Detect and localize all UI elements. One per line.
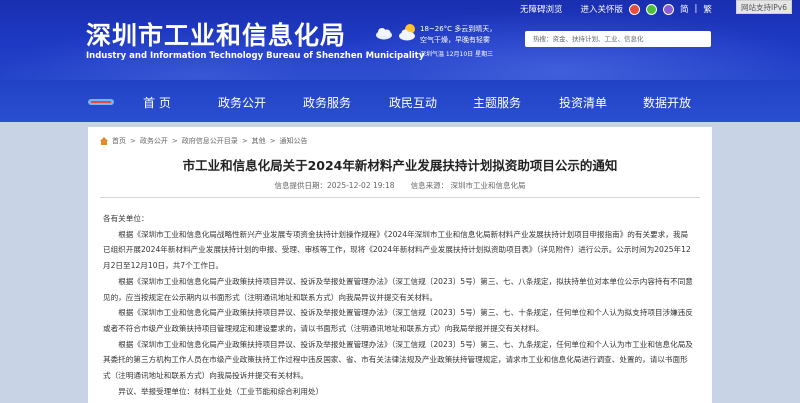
article-title: 市工业和信息化局关于2024年新材料产业发展扶持计划拟资助项目公示的通知 xyxy=(182,158,618,173)
nav-topic-services[interactable]: 主题服务 xyxy=(473,94,521,111)
sun-cloud-icon xyxy=(399,24,415,41)
weibo-icon[interactable] xyxy=(629,3,641,15)
weather-text: 18~26°C 多云到晴天，空气干燥，早晚有轻雾 xyxy=(420,25,497,44)
simplified-chinese-link[interactable]: 简 xyxy=(680,3,689,15)
breadcrumb-home[interactable]: 首页 xyxy=(112,136,126,146)
elderly-mode-link[interactable]: 进入关怀版 xyxy=(581,3,624,15)
article-body: 各有关单位： 根据《深圳市工业和信息化局战略性新兴产业发展专项资金扶持计划操作规… xyxy=(103,211,695,399)
search-input[interactable]: 热搜：资金、扶持计划、工业、信息化 xyxy=(525,31,711,47)
site-subtitle: Industry and Information Technology Bure… xyxy=(86,51,425,61)
cloud-icon xyxy=(376,28,392,40)
site-title[interactable]: 深圳市工业和信息化局 xyxy=(86,16,346,52)
article-paragraph: 根据《深圳市工业和信息化局战略性新兴产业发展专项资金扶持计划操作规程》《2024… xyxy=(103,229,691,271)
article-date: 信息提供日期：2025-12-02 19:18 xyxy=(274,181,395,190)
breadcrumb: 首页 > 政务公开 > 政府信息公开目录 > 其他 > 通知公告 xyxy=(100,136,308,146)
breadcrumb-gov-affairs[interactable]: 政务公开 xyxy=(140,136,168,146)
nav-home[interactable]: 首 页 xyxy=(143,94,171,111)
top-links: 无障碍浏览 进入关怀版 简 | 繁 xyxy=(520,3,712,15)
article-salutation: 各有关单位： xyxy=(103,214,149,223)
nav-interaction[interactable]: 政民互动 xyxy=(389,94,437,111)
article-meta: 信息提供日期：2025-12-02 19:18 信息来源： 深圳市工业和信息化局 xyxy=(88,180,712,191)
traditional-chinese-link[interactable]: 繁 xyxy=(703,3,712,15)
article-paragraph: 根据《深圳市工业和信息化局产业政策扶持项目异议、投诉及举报处置管理办法》（深工信… xyxy=(103,308,693,333)
weather-date: 深圳气温 12月10日 星期三 xyxy=(420,51,494,58)
nav-gov-services[interactable]: 政务服务 xyxy=(303,94,351,111)
home-icon xyxy=(100,137,108,145)
nav-open-data[interactable]: 数据开放 xyxy=(643,94,691,111)
accessibility-link[interactable]: 无障碍浏览 xyxy=(520,3,563,15)
article-paragraph: 异议、举报受理单位：材料工业处（工业节能和综合利用处） xyxy=(118,386,324,396)
separator: | xyxy=(694,4,698,14)
article-source: 信息来源： 深圳市工业和信息化局 xyxy=(410,181,526,190)
ipv6-badge: 网站支持IPv6 xyxy=(736,0,792,14)
breadcrumb-directory[interactable]: 政府信息公开目录 xyxy=(182,136,238,146)
divider xyxy=(100,197,700,198)
article-paragraph: 根据《深圳市工业和信息化局产业政策扶持项目异议、投诉及举报处置管理办法》（深工信… xyxy=(103,339,693,381)
mobile-icon[interactable] xyxy=(663,3,675,15)
nav-gov-affairs[interactable]: 政务公开 xyxy=(218,94,266,111)
breadcrumb-notices[interactable]: 通知公告 xyxy=(280,136,308,146)
wechat-icon[interactable] xyxy=(646,3,658,15)
breadcrumb-other[interactable]: 其他 xyxy=(252,136,266,146)
article-paragraph: 根据《深圳市工业和信息化局产业政策扶持项目异议、投诉及举报处置管理办法》（深工信… xyxy=(103,276,693,302)
city-logo-icon xyxy=(88,99,114,105)
nav-investment-list[interactable]: 投资清单 xyxy=(559,94,607,111)
